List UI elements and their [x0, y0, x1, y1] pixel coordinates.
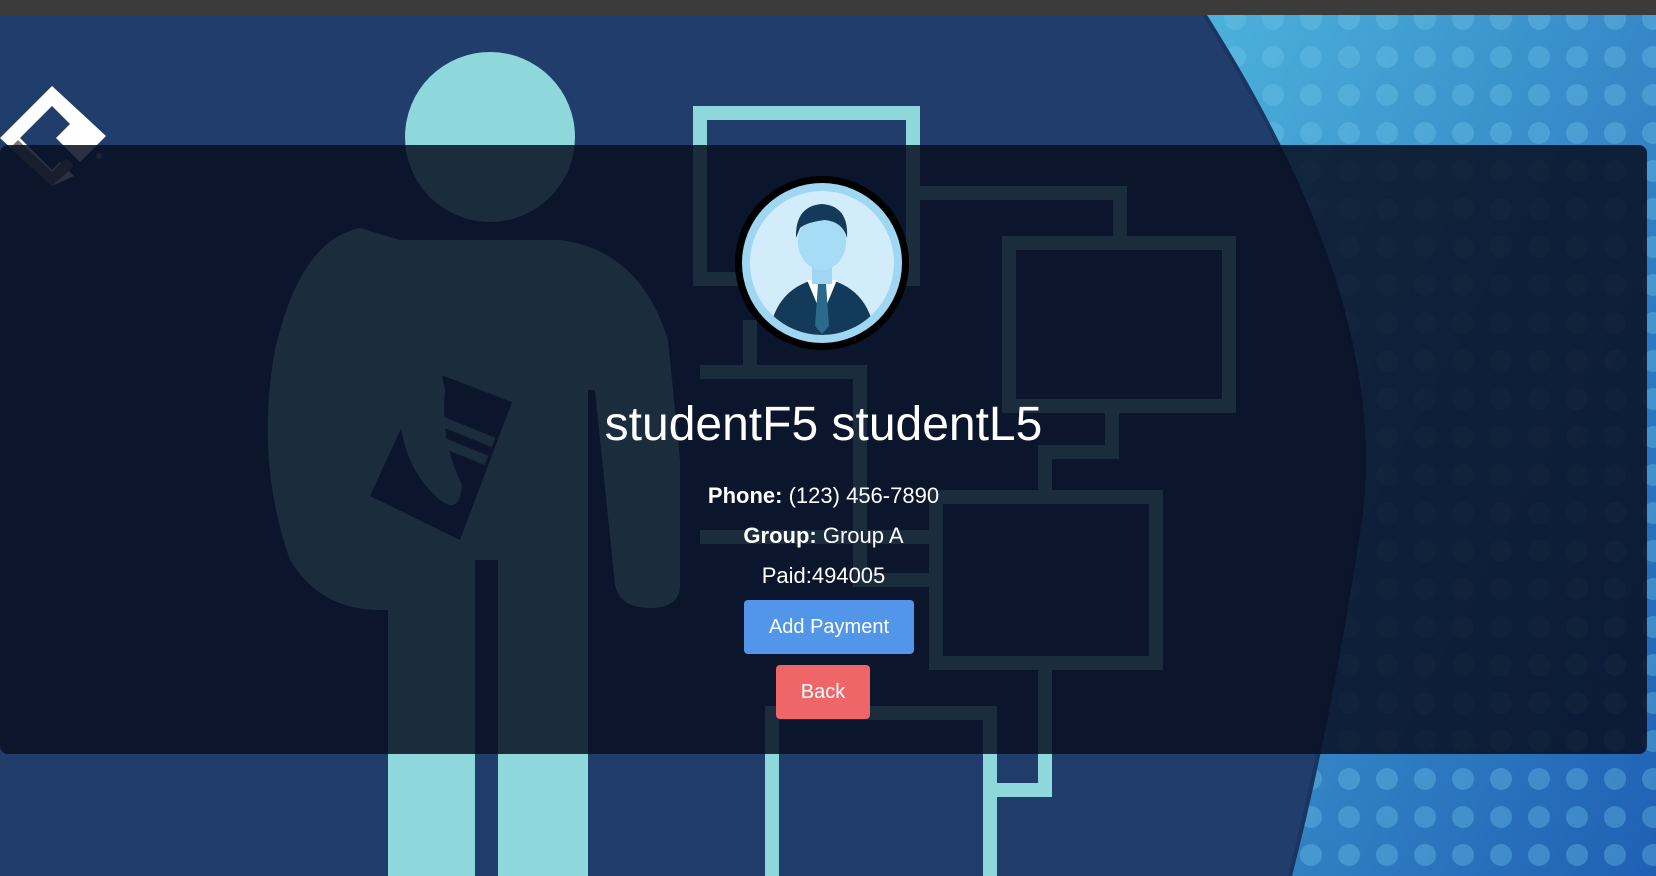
phone-line: Phone: (123) 456-7890 [0, 480, 1647, 512]
student-profile-page: studentF5 studentL5 Phone: (123) 456-789… [0, 0, 1656, 876]
back-button[interactable]: Back [776, 665, 870, 719]
group-value: Group A [822, 523, 904, 548]
avatar [735, 176, 909, 350]
group-line: Group: Group A [0, 520, 1647, 552]
student-name: studentF5 studentL5 [604, 398, 1043, 451]
phone-label: Phone: [707, 483, 783, 508]
browser-top-strip [0, 0, 1656, 15]
phone-value: (123) 456-7890 [788, 483, 940, 508]
add-payment-button[interactable]: Add Payment [744, 600, 914, 654]
paid-amount: Paid:494005 [761, 563, 886, 588]
businessman-avatar-icon [735, 176, 909, 350]
group-label: Group: [743, 523, 817, 548]
